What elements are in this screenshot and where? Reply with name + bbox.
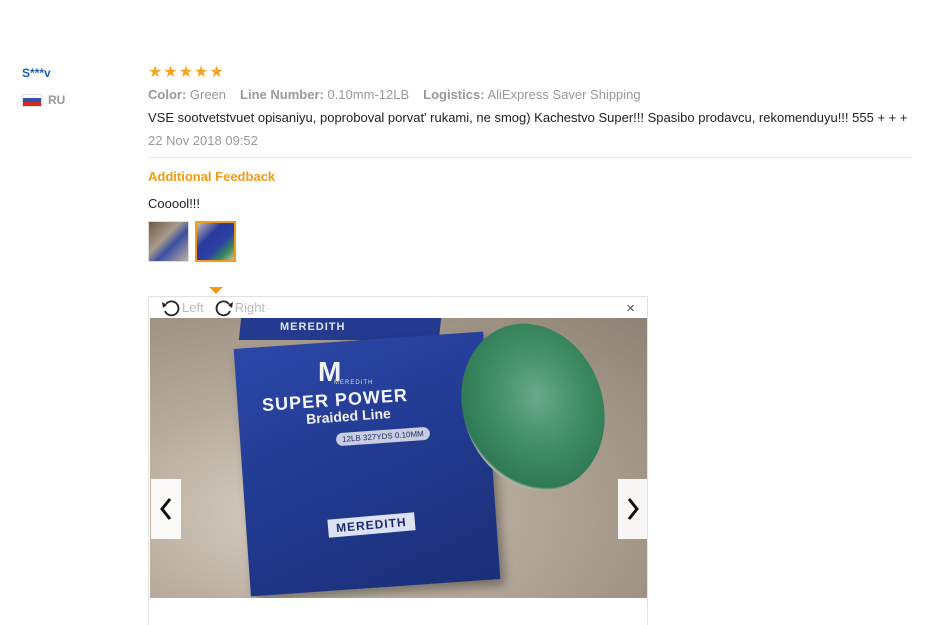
chevron-right-icon bbox=[627, 498, 639, 520]
active-thumb-pointer-icon bbox=[209, 287, 223, 294]
star-icon: ★ bbox=[178, 64, 194, 81]
chevron-left-icon bbox=[160, 498, 172, 520]
star-icon: ★ bbox=[148, 64, 163, 81]
star-icon: ★ bbox=[209, 64, 224, 81]
close-viewer-button[interactable]: × bbox=[626, 300, 635, 317]
russia-flag-icon bbox=[22, 93, 42, 107]
divider bbox=[148, 157, 912, 158]
attr-color: Color: Green bbox=[148, 87, 227, 102]
previous-photo-button[interactable] bbox=[151, 479, 181, 539]
review-date: 22 Nov 2018 09:52 bbox=[148, 133, 258, 148]
attr-line-number: Line Number: 0.10mm-12LB bbox=[240, 87, 410, 102]
additional-feedback-text: Cooool!!! bbox=[148, 196, 201, 211]
rotate-left-button[interactable]: Left bbox=[161, 299, 204, 317]
rotate-right-button[interactable]: Right bbox=[214, 299, 265, 317]
rotate-right-label: Right bbox=[234, 300, 266, 315]
reviewer-info: S***v RU bbox=[22, 66, 65, 107]
rotate-left-label: Left bbox=[182, 300, 204, 315]
next-photo-button[interactable] bbox=[618, 479, 647, 539]
photo-viewer: Left Right × MEREDITH M MEREDITH SUPER P… bbox=[148, 296, 648, 625]
reviewer-name: S***v bbox=[22, 66, 51, 80]
country-code: RU bbox=[48, 93, 66, 107]
review-photo: MEREDITH M MEREDITH SUPER POWER Braided … bbox=[150, 318, 647, 598]
rotate-right-icon bbox=[215, 299, 233, 316]
rotate-left-icon bbox=[162, 299, 180, 316]
star-icon: ★ bbox=[194, 64, 209, 81]
rating-stars: ★ ★ ★ ★ ★ bbox=[148, 64, 912, 82]
star-icon: ★ bbox=[163, 64, 178, 81]
photo-thumbnails bbox=[148, 221, 912, 262]
reviewer-country: RU bbox=[22, 93, 65, 107]
photo-brand-top: MEREDITH bbox=[280, 321, 346, 333]
viewer-toolbar: Left Right × bbox=[149, 297, 647, 318]
photo-thumbnail-1[interactable] bbox=[148, 221, 189, 262]
review-text: VSE sootvetstvuet opisaniyu, poproboval … bbox=[148, 110, 908, 125]
photo-thumbnail-2[interactable] bbox=[195, 221, 236, 262]
photo-box-front bbox=[233, 331, 501, 597]
photo-logo-sub: MEREDITH bbox=[334, 380, 374, 386]
attr-logistics: Logistics: AliExpress Saver Shipping bbox=[423, 87, 641, 102]
review-body: ★ ★ ★ ★ ★ Color: Green Line Number: 0.10… bbox=[148, 64, 912, 262]
additional-feedback-title: Additional Feedback bbox=[148, 169, 276, 184]
order-attributes: Color: Green Line Number: 0.10mm-12LB Lo… bbox=[148, 87, 912, 102]
